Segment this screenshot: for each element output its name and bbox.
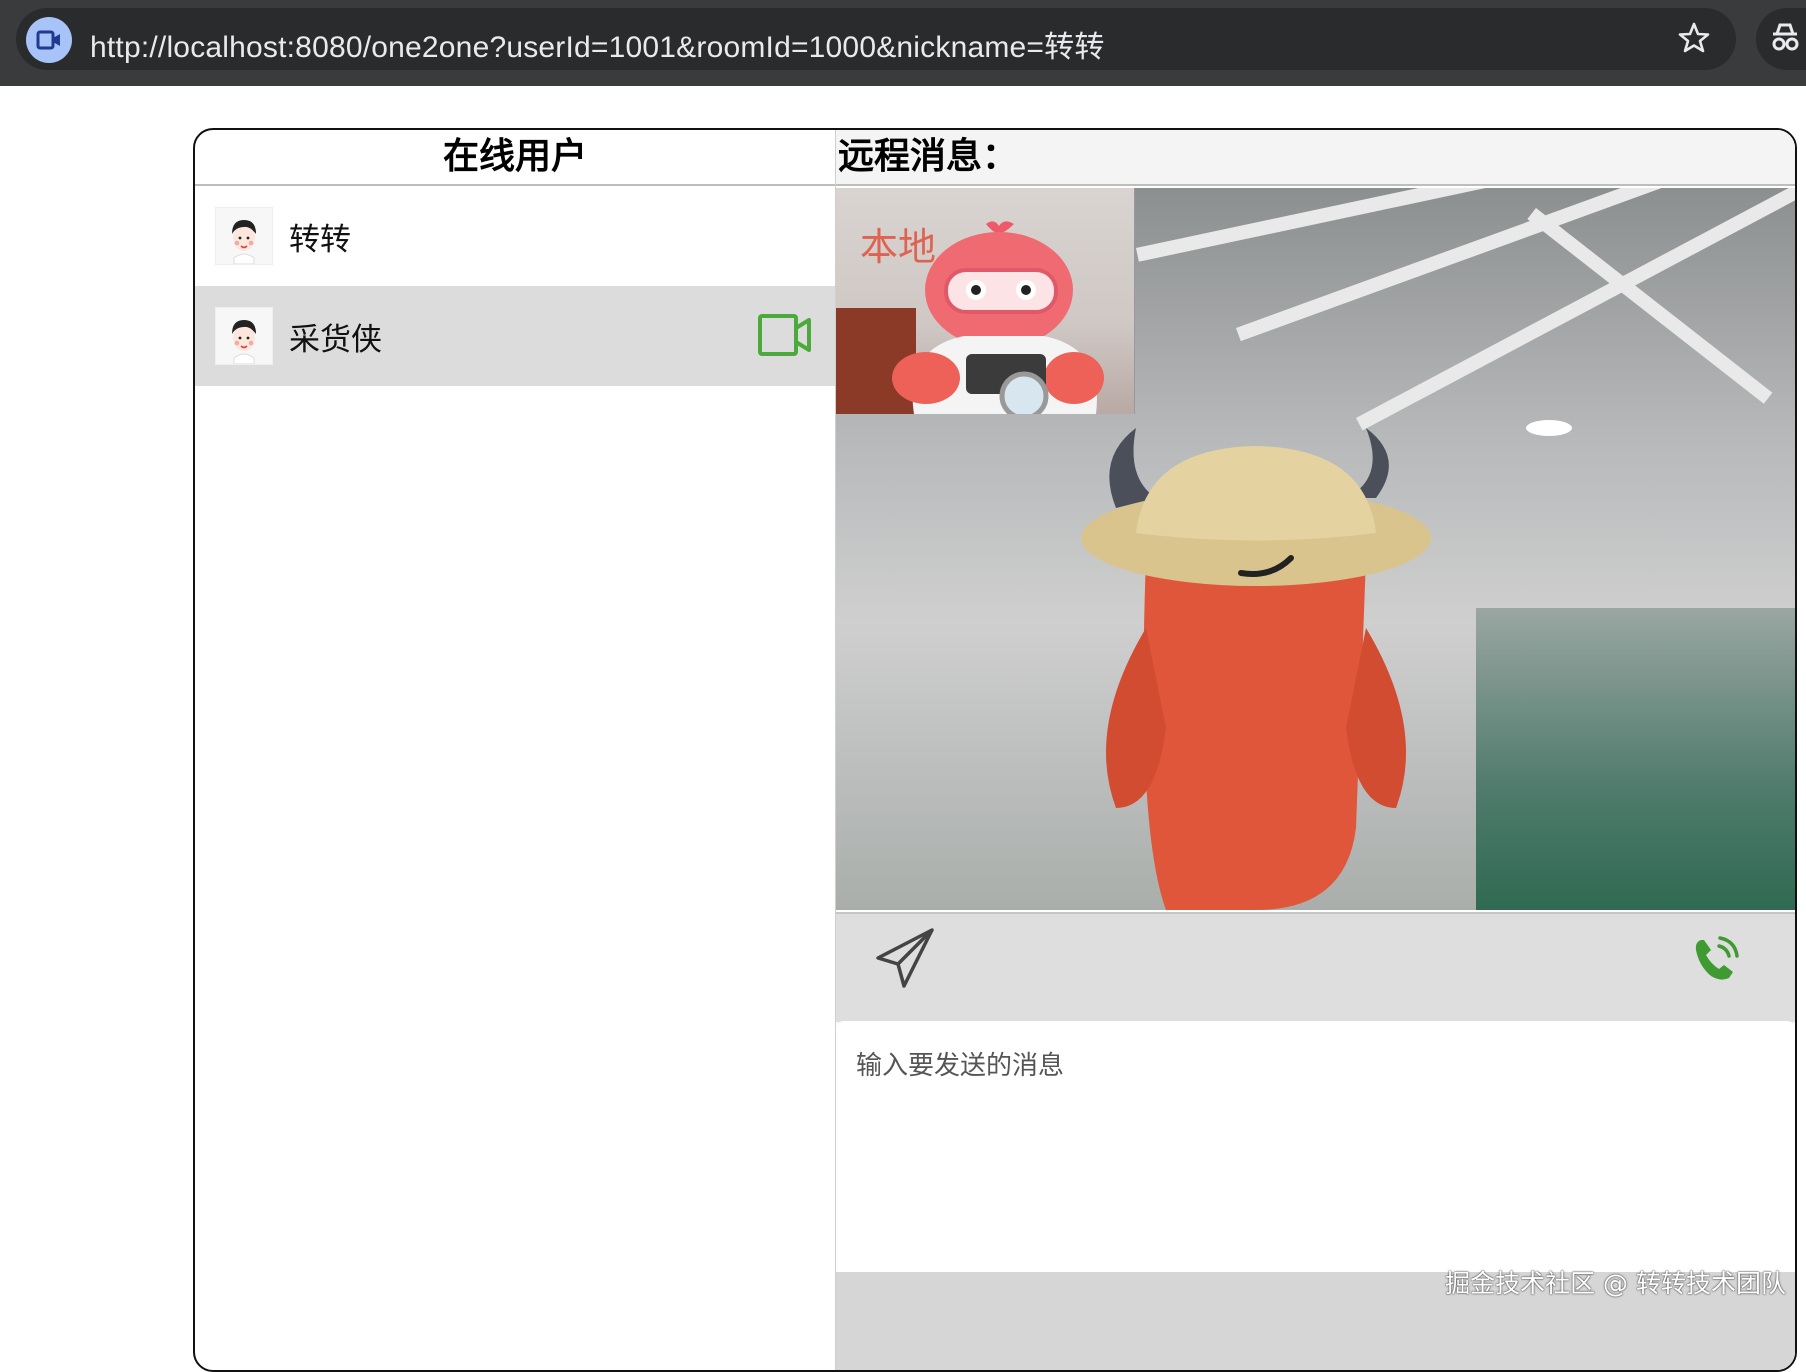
watermark: 掘金技术社区 @ 转转技术团队	[1445, 1269, 1786, 1298]
mascot-figure	[1081, 428, 1431, 910]
online-users-panel: 在线用户 转转 采货侠	[195, 130, 836, 1370]
local-video-label: 本地	[860, 225, 937, 269]
user-name: 采货侠	[289, 321, 382, 358]
incognito-icon[interactable]	[1756, 8, 1806, 70]
ceiling-light	[1526, 420, 1572, 436]
ceiling-beam	[1356, 188, 1795, 431]
site-camera-icon[interactable]	[26, 17, 72, 63]
user-item-caihuoxia[interactable]: 采货侠	[195, 286, 835, 386]
url-text[interactable]: http://localhost:8080/one2one?userId=100…	[90, 22, 1105, 66]
online-users-title: 在线用户	[195, 130, 835, 186]
star-icon[interactable]	[1676, 20, 1712, 56]
glass-wall	[1476, 608, 1795, 910]
phone-icon[interactable]	[1691, 934, 1741, 984]
browser-toolbar: http://localhost:8080/one2one?userId=100…	[0, 0, 1806, 86]
user-item-zhuanzhuan[interactable]: 转转	[195, 186, 835, 286]
send-icon[interactable]	[874, 926, 936, 990]
local-video[interactable]: 本地	[836, 188, 1135, 414]
remote-video[interactable]: 本地	[836, 188, 1795, 910]
address-bar[interactable]: http://localhost:8080/one2one?userId=100…	[16, 8, 1736, 70]
remote-title: 远程消息：	[836, 130, 1795, 186]
user-name: 转转	[289, 221, 351, 258]
video-camera-icon[interactable]	[757, 312, 813, 358]
remote-panel: 远程消息： 本地 输入要发送的消息	[836, 130, 1795, 1370]
action-bar	[836, 912, 1795, 1022]
avatar	[215, 207, 273, 265]
avatar	[215, 307, 273, 365]
message-input[interactable]	[836, 1020, 1795, 1272]
chat-app: 在线用户 转转 采货侠 远程消息： 本地 输入要发送的消息	[193, 128, 1797, 1372]
